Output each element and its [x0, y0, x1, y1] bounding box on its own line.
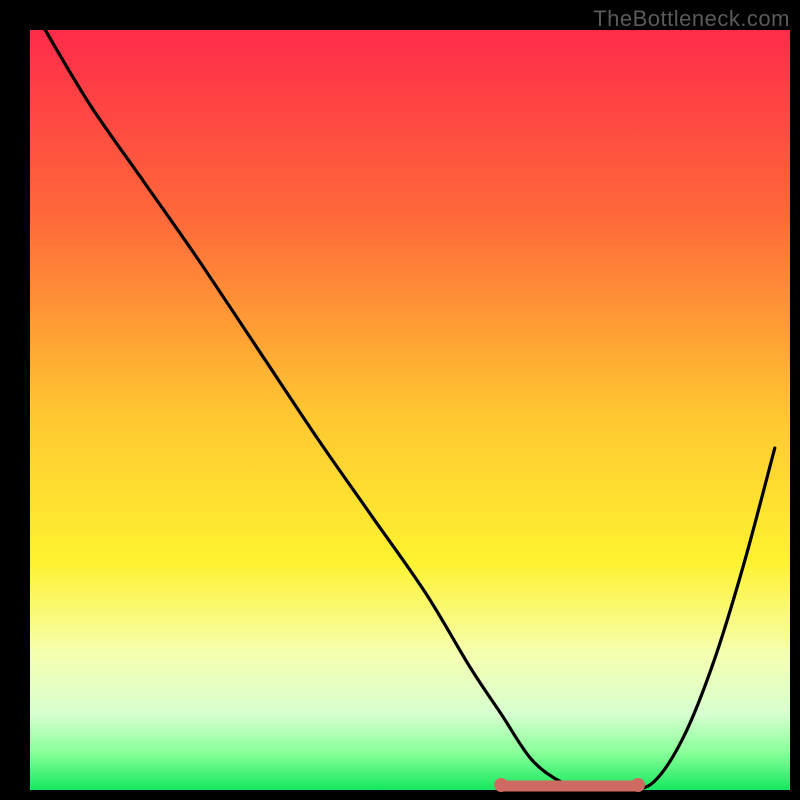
flat-region-start-dot	[494, 778, 508, 792]
flat-region-end-dot	[631, 778, 645, 792]
chart-container: TheBottleneck.com	[0, 0, 800, 800]
bottleneck-chart	[0, 0, 800, 800]
watermark-text: TheBottleneck.com	[593, 6, 790, 32]
